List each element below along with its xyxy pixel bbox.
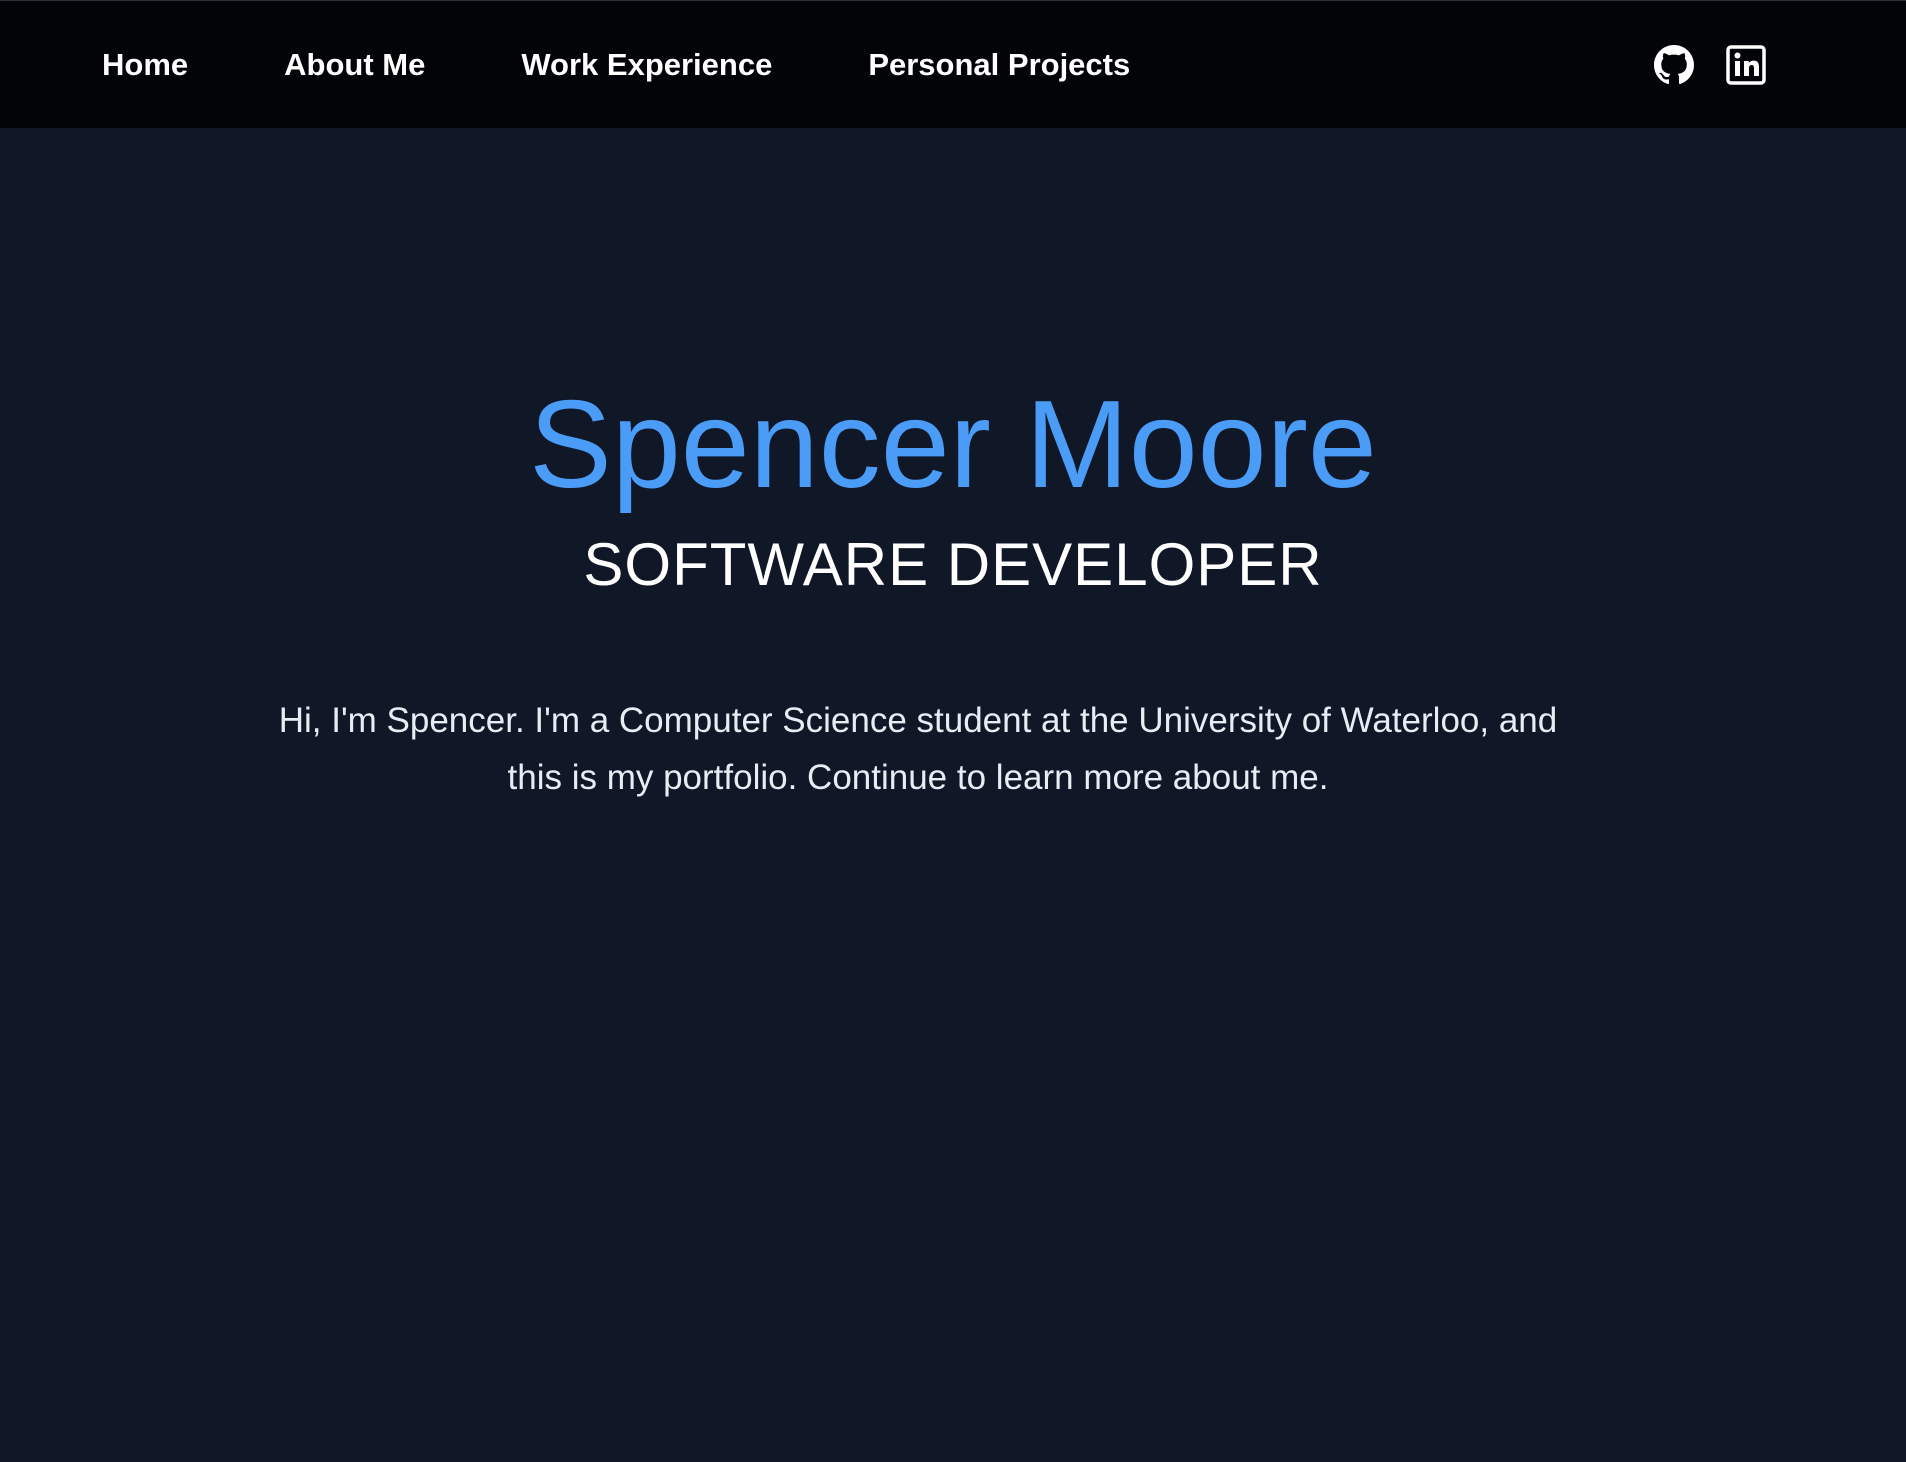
hero-name: Spencer Moore [529, 376, 1377, 514]
nav-link-personal-projects[interactable]: Personal Projects [868, 47, 1130, 83]
social-links [1654, 1, 1766, 129]
hero-intro: Hi, I'm Spencer. I'm a Computer Science … [278, 701, 1558, 797]
navbar: Home About Me Work Experience Personal P… [0, 0, 1906, 128]
nav-link-work-experience[interactable]: Work Experience [521, 47, 772, 83]
nav-link-about-me[interactable]: About Me [284, 47, 425, 83]
nav-link-home[interactable]: Home [102, 47, 188, 83]
hero-title: SOFTWARE DEVELOPER [583, 531, 1323, 598]
nav-links: Home About Me Work Experience Personal P… [102, 1, 1226, 129]
github-icon[interactable] [1654, 45, 1694, 85]
linkedin-icon[interactable] [1726, 45, 1766, 85]
